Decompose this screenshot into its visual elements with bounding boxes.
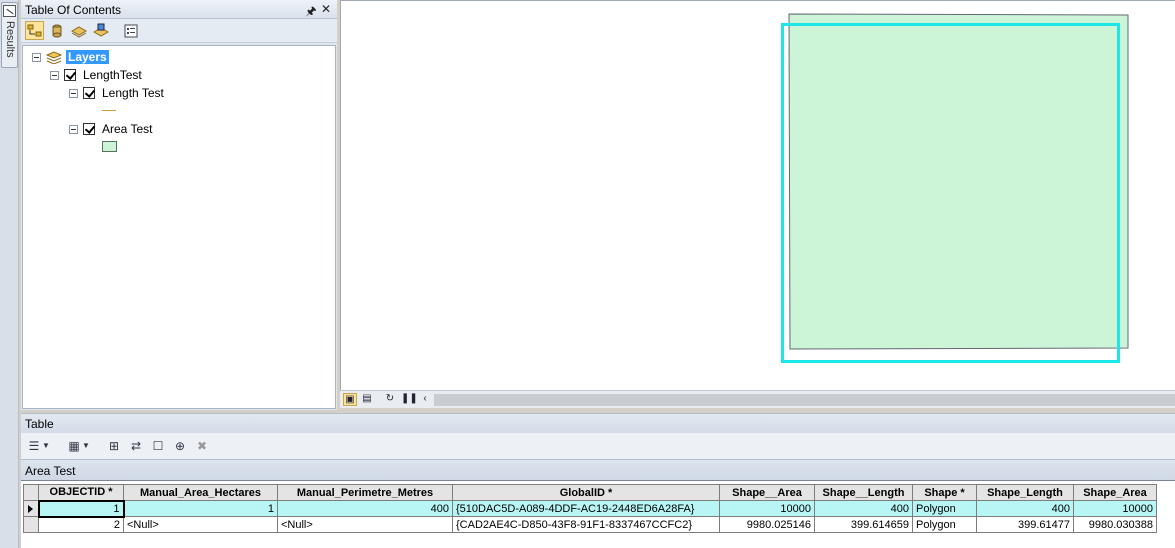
- refresh-icon[interactable]: ↻: [383, 393, 397, 406]
- delete-selected-icon[interactable]: ✖: [193, 437, 211, 455]
- table-cell[interactable]: 1: [123, 500, 278, 517]
- collapse-icon[interactable]: [32, 52, 41, 62]
- column-header[interactable]: OBJECTID *: [38, 484, 124, 501]
- column-header[interactable]: Shape *: [912, 484, 977, 501]
- tree-row-layers[interactable]: Layers: [32, 49, 109, 65]
- scroll-left-icon[interactable]: ‹: [418, 393, 432, 406]
- column-header[interactable]: Manual_Perimetre_Metres: [277, 484, 453, 501]
- layer-checkbox[interactable]: [83, 123, 95, 135]
- list-by-drawing-order-icon[interactable]: [25, 21, 44, 40]
- table-cell[interactable]: 2: [38, 516, 124, 533]
- layer-label[interactable]: Area Test: [102, 122, 152, 136]
- map-canvas: [781, 13, 1129, 363]
- results-strip: Results: [0, 0, 19, 548]
- table-window-title: Table: [21, 413, 1175, 433]
- attribute-grid: OBJECTID * Manual_Area_Hectares Manual_P…: [21, 480, 1175, 548]
- list-by-selection-icon[interactable]: [91, 21, 110, 40]
- table-cell[interactable]: {CAD2AE4C-D850-43F8-91F1-8337467CCFC2}: [452, 516, 720, 533]
- table-row[interactable]: 2 <Null> <Null> {CAD2AE4C-D850-43F8-91F1…: [23, 516, 1157, 533]
- map-bottom-bar: ▣ ▤ ↻ ❚❚ ‹: [340, 390, 1175, 408]
- table-cell[interactable]: 399.614659: [814, 516, 913, 533]
- table-cell[interactable]: 10000: [1073, 500, 1157, 517]
- layers-label[interactable]: Layers: [66, 50, 109, 64]
- toc-titlebar: Table Of Contents 🖈 ✕: [21, 0, 337, 19]
- data-view-icon[interactable]: ▣: [343, 393, 357, 406]
- results-tab-label: Results: [4, 21, 16, 58]
- polygon-symbol[interactable]: [102, 141, 117, 152]
- horizontal-scrollbar[interactable]: [434, 394, 1175, 406]
- table-of-contents-panel: Table Of Contents 🖈 ✕ Layers LengthTest: [21, 0, 337, 410]
- tree-row-group[interactable]: LengthTest: [50, 67, 142, 83]
- zoom-to-selected-icon[interactable]: ⊕: [171, 437, 189, 455]
- list-by-visibility-icon[interactable]: [69, 21, 88, 40]
- table-cell[interactable]: 400: [814, 500, 913, 517]
- toc-tree: Layers LengthTest Length Test Area Test: [22, 45, 336, 409]
- results-tab[interactable]: Results: [1, 2, 18, 68]
- table-cell[interactable]: <Null>: [277, 516, 453, 533]
- list-by-source-icon[interactable]: [47, 21, 66, 40]
- line-symbol[interactable]: [102, 110, 116, 111]
- options-icon[interactable]: [121, 21, 140, 40]
- row-selector-header[interactable]: [23, 484, 39, 501]
- group-checkbox[interactable]: [64, 69, 76, 81]
- map-view[interactable]: [340, 0, 1175, 390]
- toc-toolbar: [21, 19, 337, 43]
- column-header[interactable]: Shape_Length: [976, 484, 1074, 501]
- table-cell[interactable]: <Null>: [123, 516, 278, 533]
- table-cell[interactable]: 9980.025146: [719, 516, 815, 533]
- chevron-down-icon[interactable]: ▼: [81, 437, 91, 455]
- column-header[interactable]: Shape_Area: [1073, 484, 1157, 501]
- table-cell[interactable]: 399.61477: [976, 516, 1074, 533]
- column-header[interactable]: Shape__Area: [719, 484, 815, 501]
- table-toolbar: ☰ ▼ ▦ ▼ ⊞ ⇄ ☐ ⊕ ✖: [21, 433, 1175, 459]
- table-header-row: OBJECTID * Manual_Area_Hectares Manual_P…: [23, 484, 1157, 501]
- table-cell[interactable]: {510DAC5D-A089-4DDF-AC19-2448ED6A28FA}: [452, 500, 720, 517]
- layer-checkbox[interactable]: [83, 87, 95, 99]
- layout-view-icon[interactable]: ▤: [360, 393, 374, 406]
- clear-selection-icon[interactable]: ☐: [149, 437, 167, 455]
- table-cell[interactable]: Polygon: [912, 516, 977, 533]
- column-header[interactable]: GlobalID *: [452, 484, 720, 501]
- row-selector[interactable]: [23, 516, 39, 533]
- collapse-icon[interactable]: [50, 70, 59, 80]
- table-cell[interactable]: 400: [976, 500, 1074, 517]
- current-row-arrow-icon: [28, 505, 33, 513]
- table-cell[interactable]: 1: [37, 499, 125, 518]
- table-cell[interactable]: 10000: [719, 500, 815, 517]
- switch-selection-icon[interactable]: ⇄: [127, 437, 145, 455]
- polygon-feature: [788, 13, 1129, 350]
- column-header[interactable]: Manual_Area_Hectares: [123, 484, 278, 501]
- table-cell[interactable]: 400: [277, 500, 453, 517]
- close-icon[interactable]: ✕: [320, 2, 332, 16]
- collapse-icon[interactable]: [69, 124, 78, 134]
- row-selector[interactable]: [23, 500, 39, 517]
- select-by-attributes-icon[interactable]: ⊞: [105, 437, 123, 455]
- results-icon: [3, 5, 16, 17]
- collapse-icon[interactable]: [69, 88, 78, 98]
- chevron-down-icon[interactable]: ▼: [41, 437, 51, 455]
- layer-label[interactable]: Length Test: [102, 86, 164, 100]
- layers-icon: [46, 51, 62, 64]
- tree-row-layer[interactable]: Length Test: [69, 85, 164, 101]
- toc-title: Table Of Contents: [25, 3, 122, 17]
- table-row[interactable]: 1 1 400 {510DAC5D-A089-4DDF-AC19-2448ED6…: [23, 499, 1157, 518]
- group-label[interactable]: LengthTest: [83, 68, 142, 82]
- table-cell[interactable]: Polygon: [912, 500, 977, 517]
- tree-row-layer[interactable]: Area Test: [69, 121, 152, 137]
- column-header[interactable]: Shape__Length: [814, 484, 913, 501]
- table-cell[interactable]: 9980.030388: [1073, 516, 1157, 533]
- pause-icon[interactable]: ❚❚: [401, 393, 418, 406]
- attribute-table: OBJECTID * Manual_Area_Hectares Manual_P…: [23, 484, 1157, 533]
- table-tab[interactable]: Area Test: [21, 459, 1175, 480]
